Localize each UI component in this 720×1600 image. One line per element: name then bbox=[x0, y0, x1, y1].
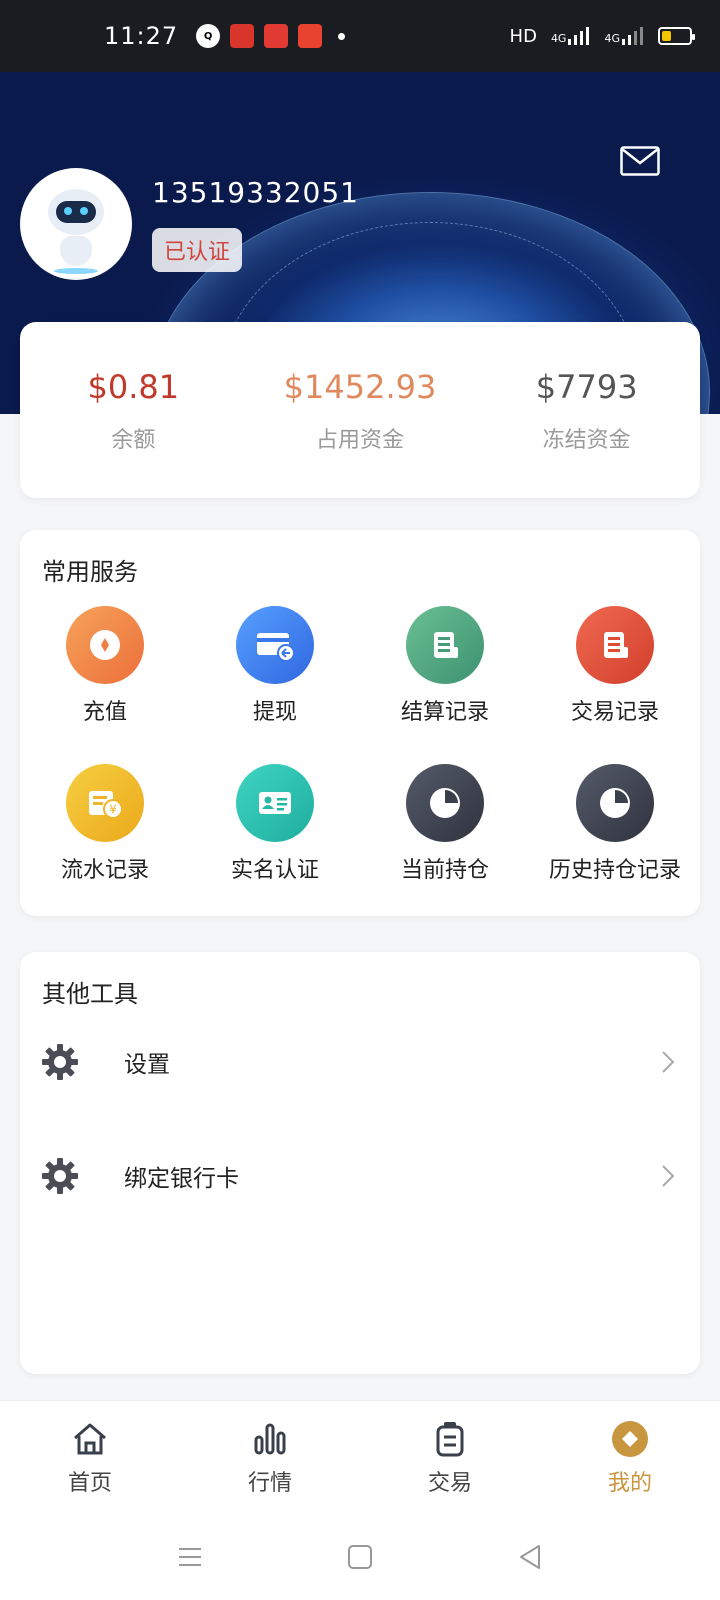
nav-label: 行情 bbox=[247, 1471, 292, 1496]
service-withdraw[interactable]: 提现 bbox=[190, 606, 360, 726]
back-triangle-icon[interactable] bbox=[515, 1542, 545, 1572]
chevron-right-icon bbox=[662, 1165, 675, 1187]
balance-label: 冻结资金 bbox=[542, 428, 631, 453]
balance-value: $1452.93 bbox=[283, 368, 437, 406]
service-ledger-records[interactable]: ¥ 流水记录 bbox=[20, 764, 190, 884]
status-right: HD 4G 4G bbox=[509, 25, 695, 47]
pie-chart-icon bbox=[406, 764, 484, 842]
nav-trade[interactable]: 交易 bbox=[360, 1401, 540, 1514]
balance-card: $0.81 余额 $1452.93 占用资金 $7793 冻结资金 bbox=[20, 322, 700, 498]
balance-label: 余额 bbox=[111, 428, 156, 453]
verified-badge: 已认证 bbox=[152, 228, 243, 272]
tool-label: 设置 bbox=[124, 1052, 170, 1078]
id-card-icon bbox=[236, 764, 314, 842]
service-trade-records[interactable]: 交易记录 bbox=[530, 606, 700, 726]
mail-icon[interactable] bbox=[620, 146, 660, 176]
gear-icon bbox=[42, 1044, 78, 1080]
tool-row-bind-bank-card[interactable]: 绑定银行卡 bbox=[20, 1136, 700, 1216]
home-square-icon[interactable] bbox=[345, 1542, 375, 1572]
service-recharge[interactable]: 充值 bbox=[20, 606, 190, 726]
pie-chart-icon bbox=[576, 764, 654, 842]
balance-value: $0.81 bbox=[87, 368, 180, 406]
app-notification-icon-2 bbox=[264, 24, 289, 48]
nav-label: 我的 bbox=[607, 1471, 652, 1496]
signal-bars-icon bbox=[622, 27, 643, 45]
hd-indicator: HD bbox=[509, 25, 537, 47]
yuan-ledger-icon: ¥ bbox=[66, 764, 144, 842]
nav-label: 首页 bbox=[67, 1471, 112, 1496]
nav-home[interactable]: 首页 bbox=[0, 1401, 180, 1514]
robot-avatar-icon bbox=[48, 189, 104, 235]
settlement-doc-icon bbox=[406, 606, 484, 684]
service-label: 交易记录 bbox=[570, 700, 659, 725]
trade-icon bbox=[436, 1422, 464, 1457]
username: 13519332051 bbox=[152, 176, 359, 209]
withdraw-card-icon bbox=[236, 606, 314, 684]
avatar[interactable] bbox=[20, 168, 132, 280]
balance-frozen[interactable]: $7793 冻结资金 bbox=[473, 322, 700, 498]
signal-indicator-2: 4G bbox=[604, 27, 644, 45]
gear-icon bbox=[42, 1158, 78, 1194]
more-notifications-dot bbox=[338, 32, 346, 40]
services-grid: 充值 提现 结算记录 交易记录 ¥ 流水记录 实名认证 当前持仓 历史持仓记录 bbox=[20, 606, 700, 884]
battery-level bbox=[662, 31, 672, 41]
service-label: 当前持仓 bbox=[400, 858, 489, 883]
home-icon bbox=[74, 1423, 106, 1455]
service-label: 提现 bbox=[252, 700, 297, 725]
status-bar: 11:27 Q HD 4G 4G bbox=[0, 0, 720, 72]
system-nav-bar bbox=[0, 1514, 720, 1600]
service-current-positions[interactable]: 当前持仓 bbox=[360, 764, 530, 884]
bottom-nav: 首页 行情 交易 我的 bbox=[0, 1400, 720, 1514]
tool-row-settings[interactable]: 设置 bbox=[20, 1022, 700, 1102]
balance-available[interactable]: $0.81 余额 bbox=[20, 322, 247, 498]
signal-indicator-1: 4G bbox=[551, 27, 591, 45]
service-real-name-auth[interactable]: 实名认证 bbox=[190, 764, 360, 884]
service-label: 充值 bbox=[82, 700, 127, 725]
services-title: 常用服务 bbox=[42, 558, 138, 586]
app-notification-icon-3 bbox=[298, 24, 323, 48]
tools-card: 其他工具 设置 绑定银行卡 bbox=[20, 952, 700, 1374]
nav-market[interactable]: 行情 bbox=[180, 1401, 360, 1514]
menu-icon[interactable] bbox=[175, 1542, 205, 1572]
service-label: 结算记录 bbox=[400, 700, 489, 725]
balance-value: $7793 bbox=[535, 368, 638, 406]
tools-title: 其他工具 bbox=[42, 980, 138, 1008]
balance-label: 占用资金 bbox=[316, 428, 405, 453]
service-history-positions[interactable]: 历史持仓记录 bbox=[530, 764, 700, 884]
tool-label: 绑定银行卡 bbox=[124, 1166, 239, 1192]
status-time: 11:27 bbox=[104, 22, 179, 50]
service-settlement-records[interactable]: 结算记录 bbox=[360, 606, 530, 726]
bar-chart-icon bbox=[254, 1423, 286, 1455]
recharge-icon bbox=[66, 606, 144, 684]
nav-label: 交易 bbox=[427, 1471, 472, 1496]
balance-occupied[interactable]: $1452.93 占用资金 bbox=[247, 322, 474, 498]
service-label: 流水记录 bbox=[60, 858, 149, 883]
trade-doc-icon bbox=[576, 606, 654, 684]
service-label: 历史持仓记录 bbox=[548, 858, 681, 883]
signal-bars-icon bbox=[568, 27, 590, 45]
services-card: 常用服务 充值 提现 结算记录 交易记录 ¥ 流水记录 实名认证 当前持仓 历史… bbox=[20, 530, 700, 916]
profile-diamond-icon bbox=[612, 1421, 648, 1457]
app-q-icon: Q bbox=[196, 24, 221, 48]
app-notification-icon-1 bbox=[230, 24, 255, 48]
svg-text:¥: ¥ bbox=[109, 803, 117, 817]
chevron-right-icon bbox=[662, 1051, 675, 1073]
battery-icon bbox=[658, 27, 695, 45]
service-label: 实名认证 bbox=[230, 858, 319, 883]
nav-mine[interactable]: 我的 bbox=[540, 1401, 720, 1514]
